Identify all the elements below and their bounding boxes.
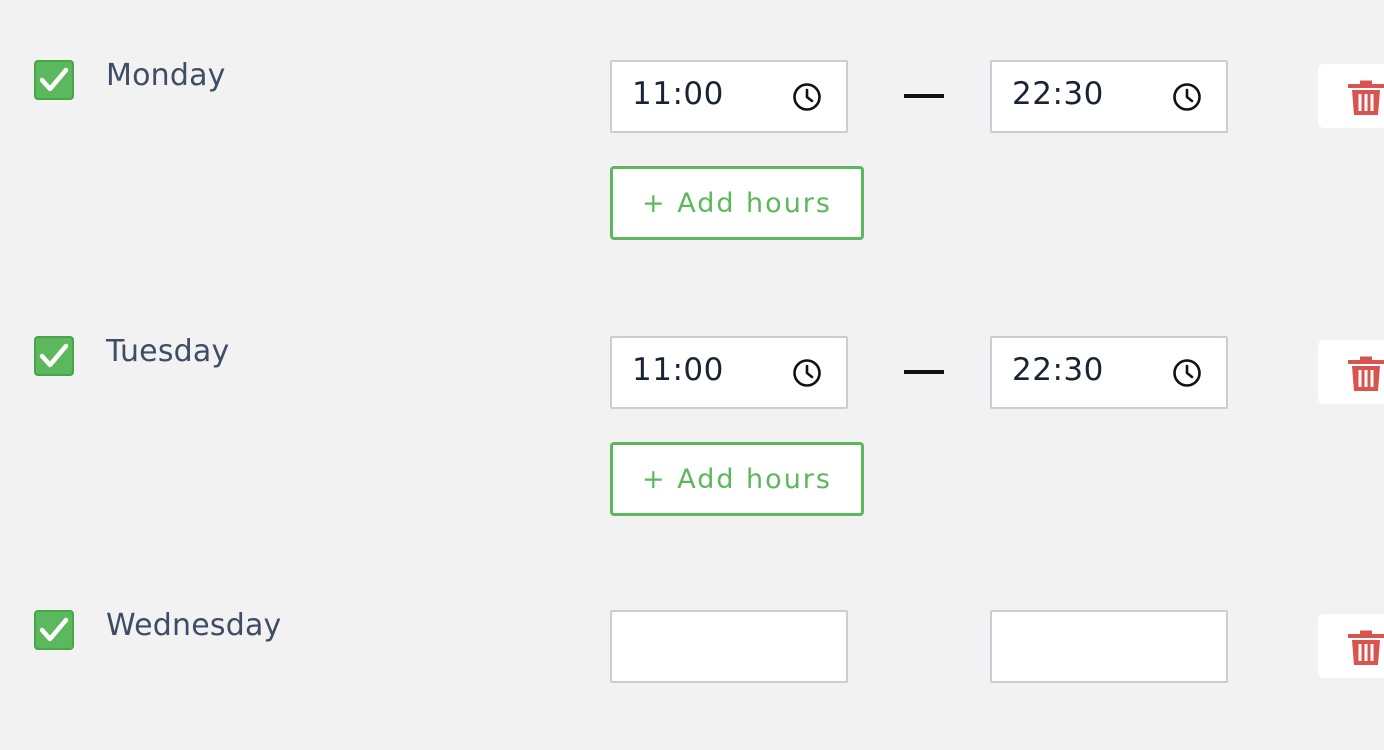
day-label: Tuesday (106, 334, 230, 369)
delete-hours-button[interactable] (1318, 64, 1384, 128)
trash-icon (1348, 630, 1384, 665)
delete-hours-button[interactable] (1318, 614, 1384, 678)
day-checkbox-wednesday[interactable] (34, 610, 74, 650)
trash-icon (1348, 80, 1384, 115)
day-row-tuesday: Tuesday 11:00 22:30 + Add hours (0, 276, 1384, 516)
start-time-input[interactable]: 11:00 (610, 336, 848, 409)
checkmark-icon (39, 67, 69, 92)
day-label: Wednesday (106, 608, 282, 643)
clock-icon[interactable] (792, 82, 822, 112)
end-time-input[interactable]: 22:30 (990, 336, 1228, 409)
clock-icon[interactable] (1172, 358, 1202, 388)
time-range-separator (904, 370, 944, 374)
checkmark-icon (39, 343, 69, 368)
delete-hours-button[interactable] (1318, 340, 1384, 404)
clock-icon[interactable] (1172, 82, 1202, 112)
day-row-monday: Monday 11:00 22:30 + Add hours (0, 0, 1384, 240)
end-time-input[interactable] (990, 610, 1228, 683)
start-time-input[interactable]: 11:00 (610, 60, 848, 133)
trash-icon (1348, 356, 1384, 391)
end-time-value: 22:30 (1012, 76, 1104, 112)
checkmark-icon (39, 617, 69, 642)
clock-icon[interactable] (792, 358, 822, 388)
end-time-value: 22:30 (1012, 352, 1104, 388)
add-hours-button[interactable]: + Add hours (610, 166, 864, 240)
add-hours-button[interactable]: + Add hours (610, 442, 864, 516)
day-checkbox-tuesday[interactable] (34, 336, 74, 376)
start-time-input[interactable] (610, 610, 848, 683)
start-time-value: 11:00 (632, 76, 724, 112)
end-time-input[interactable]: 22:30 (990, 60, 1228, 133)
day-checkbox-monday[interactable] (34, 60, 74, 100)
day-row-wednesday: Wednesday (0, 550, 1384, 750)
start-time-value: 11:00 (632, 352, 724, 388)
day-label: Monday (106, 58, 226, 93)
time-range-separator (904, 94, 944, 98)
